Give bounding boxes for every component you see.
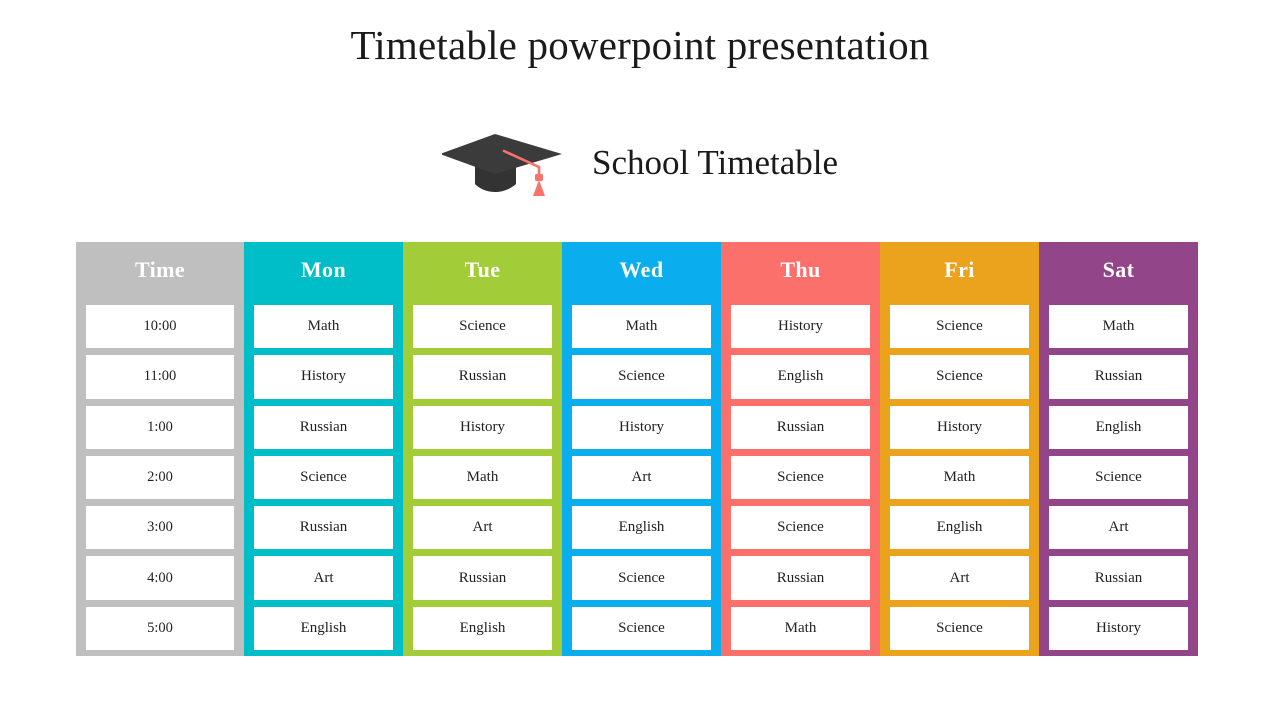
subject-cell: Russian — [1049, 355, 1188, 399]
column-body-time: 10:00 11:00 1:00 2:00 3:00 4:00 5:00 — [76, 298, 244, 656]
subject-cell: Russian — [413, 355, 552, 399]
subject-cell: English — [890, 506, 1029, 550]
subject-cell: Science — [731, 506, 870, 550]
subject-cell: Science — [254, 455, 393, 500]
subject-cell: English — [413, 606, 552, 650]
subject-cell: Russian — [413, 556, 552, 600]
subject-cell: Science — [413, 305, 552, 349]
subject-cell: Math — [1049, 305, 1188, 349]
column-header-fri: Fri — [944, 257, 975, 282]
subject-cell: Russian — [731, 405, 870, 449]
subject-cell: English — [254, 606, 393, 650]
timetable-column-mon: Mon Math History Russian Science Russian… — [244, 242, 403, 656]
time-slot-cell: 4:00 — [86, 556, 234, 600]
subject-cell: History — [254, 355, 393, 399]
subject-cell: Math — [890, 455, 1029, 500]
subject-cell: Russian — [254, 405, 393, 449]
subject-cell: Math — [572, 305, 711, 349]
subject-cell: Russian — [254, 506, 393, 550]
subject-cell: Art — [254, 556, 393, 600]
subject-cell: English — [572, 506, 711, 550]
subject-cell: Science — [890, 606, 1029, 650]
column-body-mon: Math History Russian Science Russian Art… — [244, 298, 403, 656]
time-slot-cell: 10:00 — [86, 305, 234, 349]
subject-cell: Science — [890, 305, 1029, 349]
subject-cell: Russian — [1049, 556, 1188, 600]
page-title: Timetable powerpoint presentation — [350, 22, 930, 68]
column-header-time: Time — [134, 257, 186, 282]
timetable-column-time: Time 10:00 11:00 1:00 2:00 3:00 4:00 5:0… — [76, 242, 244, 656]
timetable-column-fri: Fri Science Science History Math English… — [880, 242, 1039, 656]
time-slot-cell: 3:00 — [86, 506, 234, 550]
subject-cell: English — [1049, 405, 1188, 449]
column-body-tue: Science Russian History Math Art Russian… — [403, 298, 562, 656]
timetable-column-thu: Thu History English Russian Science Scie… — [721, 242, 880, 656]
column-header-thu: Thu — [780, 257, 821, 282]
subject-cell: Math — [254, 305, 393, 349]
subject-cell: Science — [572, 556, 711, 600]
column-body-sat: Math Russian English Science Art Russian… — [1039, 298, 1198, 656]
subject-cell: Science — [731, 455, 870, 500]
subject-cell: Science — [1049, 455, 1188, 500]
subject-cell: Math — [731, 606, 870, 650]
subject-cell: History — [572, 405, 711, 449]
timetable-column-wed: Wed Math Science History Art English Sci… — [562, 242, 721, 656]
timetable-column-tue: Tue Science Russian History Math Art Rus… — [403, 242, 562, 656]
subject-cell: Science — [890, 355, 1029, 399]
subject-cell: Russian — [731, 556, 870, 600]
subject-cell: Math — [413, 455, 552, 500]
column-body-thu: History English Russian Science Science … — [721, 298, 880, 656]
subject-cell: Science — [572, 355, 711, 399]
column-header-wed: Wed — [619, 257, 664, 282]
subject-cell: Art — [1049, 506, 1188, 550]
presentation-slide: Timetable powerpoint presentation School… — [0, 0, 1280, 720]
column-header-sat: Sat — [1102, 257, 1135, 282]
subject-cell: History — [731, 305, 870, 349]
time-slot-cell: 5:00 — [86, 606, 234, 650]
subject-cell: History — [413, 405, 552, 449]
time-slot-cell: 1:00 — [86, 405, 234, 449]
subtitle-row: School Timetable — [0, 126, 1280, 198]
timetable-column-sat: Sat Math Russian English Science Art Rus… — [1039, 242, 1198, 656]
subject-cell: Art — [890, 556, 1029, 600]
subject-cell: History — [1049, 606, 1188, 650]
time-slot-cell: 11:00 — [86, 355, 234, 399]
column-body-fri: Science Science History Math English Art… — [880, 298, 1039, 656]
subtitle-text: School Timetable — [592, 142, 838, 182]
subject-cell: History — [890, 405, 1029, 449]
subject-cell: Art — [572, 455, 711, 500]
column-header-tue: Tue — [464, 257, 501, 282]
time-slot-cell: 2:00 — [86, 455, 234, 500]
graduation-cap-icon — [442, 134, 562, 196]
column-body-wed: Math Science History Art English Science… — [562, 298, 721, 656]
subject-cell: English — [731, 355, 870, 399]
column-header-mon: Mon — [300, 257, 347, 282]
timetable-grid: Time 10:00 11:00 1:00 2:00 3:00 4:00 5:0… — [76, 242, 1198, 656]
subject-cell: Science — [572, 606, 711, 650]
subject-cell: Art — [413, 506, 552, 550]
